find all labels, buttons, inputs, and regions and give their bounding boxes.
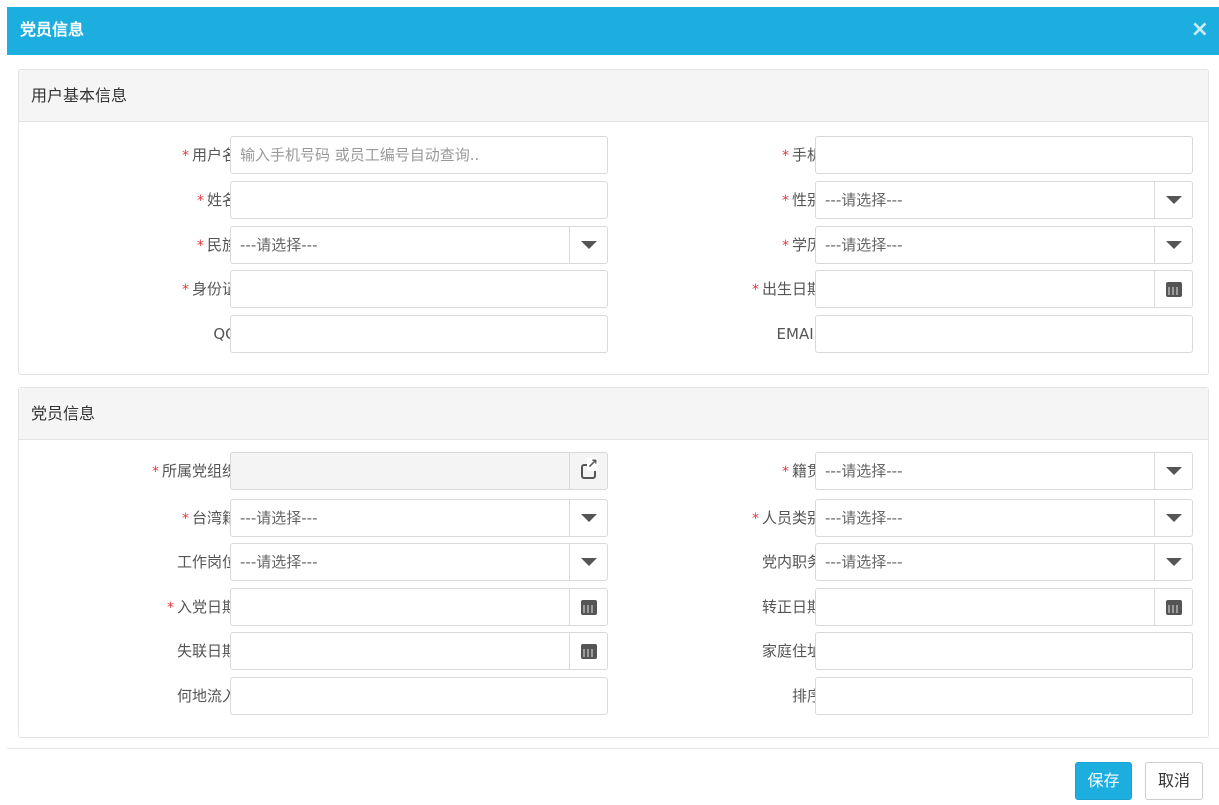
id-card-input[interactable] xyxy=(230,270,608,308)
qq-input[interactable] xyxy=(230,315,608,353)
dialog-title: 党员信息 xyxy=(20,20,85,39)
party-org-label: * 所属党组织 xyxy=(151,462,237,480)
calendar-icon[interactable] xyxy=(569,589,607,625)
username-input[interactable]: 输入手机号码 或员工编号自动查询.. xyxy=(230,136,608,174)
birth-date-input[interactable] xyxy=(815,270,1193,308)
regular-date-label: 转正日期 xyxy=(761,598,822,616)
caret-down-icon[interactable] xyxy=(1154,182,1192,218)
caret-down-icon[interactable] xyxy=(1154,453,1192,489)
home-address-input[interactable] xyxy=(815,632,1193,670)
cancel-button[interactable]: 取消 xyxy=(1145,762,1203,800)
education-select[interactable]: ---请选择--- xyxy=(815,226,1193,264)
gender-select[interactable]: ---请选择--- xyxy=(815,181,1193,219)
personnel-type-label: * 人员类别 xyxy=(751,509,822,527)
phone-input[interactable] xyxy=(815,136,1193,174)
sort-input[interactable] xyxy=(815,677,1193,715)
section-heading: 党员信息 xyxy=(19,388,1208,440)
username-label: * 用户名 xyxy=(181,146,237,164)
caret-down-icon[interactable] xyxy=(569,544,607,580)
lost-date-input[interactable] xyxy=(230,632,608,670)
join-date-label: * 入党日期 xyxy=(166,598,237,616)
caret-down-icon[interactable] xyxy=(1154,227,1192,263)
join-date-input[interactable] xyxy=(230,588,608,626)
home-address-label: 家庭住址 xyxy=(761,642,822,660)
job-post-select[interactable]: ---请选择--- xyxy=(230,543,608,581)
email-input[interactable] xyxy=(815,315,1193,353)
calendar-icon[interactable] xyxy=(569,633,607,669)
basic-info-panel: 用户基本信息 * 用户名 输入手机号码 或员工编号自动查询.. * 手机 * 姓名 *… xyxy=(18,69,1209,375)
party-info-panel: 党员信息 *所属党组织 *籍贯 ---请选择--- *台湾籍 ---请选择---… xyxy=(18,387,1209,738)
dialog-titlebar: 党员信息 × xyxy=(7,7,1219,55)
caret-down-icon[interactable] xyxy=(569,500,607,536)
calendar-icon[interactable] xyxy=(1154,589,1192,625)
job-post-label: 工作岗位 xyxy=(176,553,237,571)
lost-date-label: 失联日期 xyxy=(176,642,237,660)
personnel-type-select[interactable]: ---请选择--- xyxy=(815,499,1193,537)
close-icon[interactable]: × xyxy=(1191,7,1209,53)
save-button[interactable]: 保存 xyxy=(1075,762,1132,800)
caret-down-icon[interactable] xyxy=(569,227,607,263)
flow-from-input[interactable] xyxy=(230,677,608,715)
party-duty-label: 党内职务 xyxy=(761,553,822,571)
birth-date-label: * 出生日期 xyxy=(751,280,822,298)
footer-divider xyxy=(7,748,1219,749)
section-heading: 用户基本信息 xyxy=(19,70,1208,122)
name-input[interactable] xyxy=(230,181,608,219)
calendar-icon[interactable] xyxy=(1154,271,1192,307)
party-duty-select[interactable]: ---请选择--- xyxy=(815,543,1193,581)
caret-down-icon[interactable] xyxy=(1154,544,1192,580)
caret-down-icon[interactable] xyxy=(1154,500,1192,536)
id-card-label: * 身份证 xyxy=(181,280,237,298)
regular-date-input[interactable] xyxy=(815,588,1193,626)
taiwan-select[interactable]: ---请选择--- xyxy=(230,499,608,537)
native-place-select[interactable]: ---请选择--- xyxy=(815,452,1193,490)
flow-from-label: 何地流入 xyxy=(176,687,237,705)
external-link-icon[interactable] xyxy=(569,453,607,489)
taiwan-label: * 台湾籍 xyxy=(181,509,237,527)
ethnicity-select[interactable]: ---请选择--- xyxy=(230,226,608,264)
party-org-input[interactable] xyxy=(230,452,608,490)
